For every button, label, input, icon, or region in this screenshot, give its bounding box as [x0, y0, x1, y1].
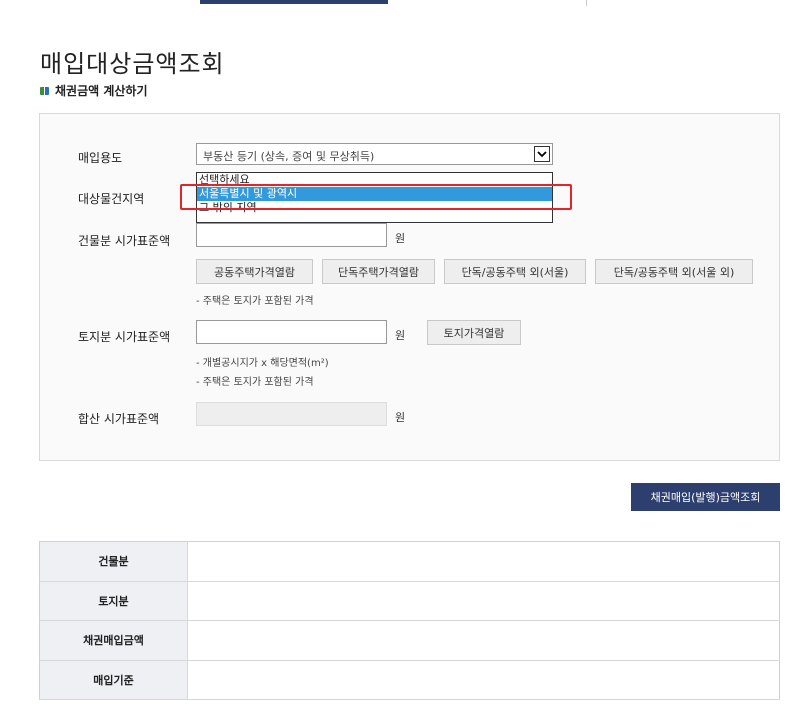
result-table: 건물분 토지분 채권매입금액 매입기준: [39, 541, 780, 700]
non-housing-seoul-button[interactable]: 단독/공동주택 외(서울): [444, 259, 586, 284]
bond-amount-value: [187, 620, 780, 661]
land-result-value: [187, 581, 780, 621]
table-row: 매입기준: [39, 660, 780, 700]
row-header-purchase-basis: 매입기준: [39, 660, 188, 700]
page-title: 매입대상금액조회: [40, 50, 225, 78]
purchase-basis-value: [187, 660, 780, 700]
total-price-input: [196, 402, 387, 426]
purpose-label: 매입용도: [78, 151, 123, 165]
bond-purchase-query-button[interactable]: 채권매입(발행)금액조회: [631, 483, 780, 511]
section-title-text: 채권금액 계산하기: [55, 84, 148, 98]
section-title: 채권금액 계산하기: [40, 82, 148, 99]
purpose-select[interactable]: 부동산 등기 (상속, 증여 및 무상취득): [196, 143, 553, 165]
land-note-housing: - 주택은 토지가 포함된 가격: [196, 377, 314, 388]
row-header-bond-amount: 채권매입금액: [39, 620, 188, 661]
red-highlight-annotation: [180, 184, 572, 210]
non-housing-outside-seoul-button[interactable]: 단독/공동주택 외(서울 외): [595, 259, 753, 284]
land-price-button[interactable]: 토지가격열람: [427, 320, 521, 345]
land-price-input[interactable]: [196, 320, 387, 344]
building-result-value: [187, 541, 780, 582]
active-tab-indicator: [200, 0, 388, 4]
building-unit: 원: [395, 232, 406, 245]
table-row: 채권매입금액: [39, 620, 780, 661]
land-note-area: - 개별공시지가 x 해당면적(m²): [196, 358, 329, 369]
region-label: 대상물건지역: [78, 192, 145, 206]
land-price-label: 토지분 시가표준액: [78, 330, 171, 344]
tab-divider: [586, 0, 587, 6]
row-header-building: 건물분: [39, 541, 188, 582]
apartment-price-button[interactable]: 공동주택가격열람: [196, 259, 313, 284]
detached-house-price-button[interactable]: 단독주택가격열람: [322, 259, 435, 284]
calculator-form: [39, 113, 780, 461]
purpose-selected-value: 부동산 등기 (상속, 증여 및 무상취득): [203, 150, 375, 163]
building-price-label: 건물분 시가표준액: [78, 234, 171, 248]
building-note: - 주택은 토지가 포함된 가격: [196, 296, 314, 307]
land-unit: 원: [395, 329, 406, 342]
table-row: 건물분: [39, 541, 780, 582]
table-row: 토지분: [39, 581, 780, 621]
total-price-label: 합산 시가표준액: [78, 412, 160, 426]
total-unit: 원: [395, 411, 406, 424]
book-icon: [40, 86, 49, 95]
building-price-input[interactable]: [196, 223, 387, 247]
chevron-down-icon[interactable]: [534, 146, 550, 162]
row-header-land: 토지분: [39, 581, 188, 621]
